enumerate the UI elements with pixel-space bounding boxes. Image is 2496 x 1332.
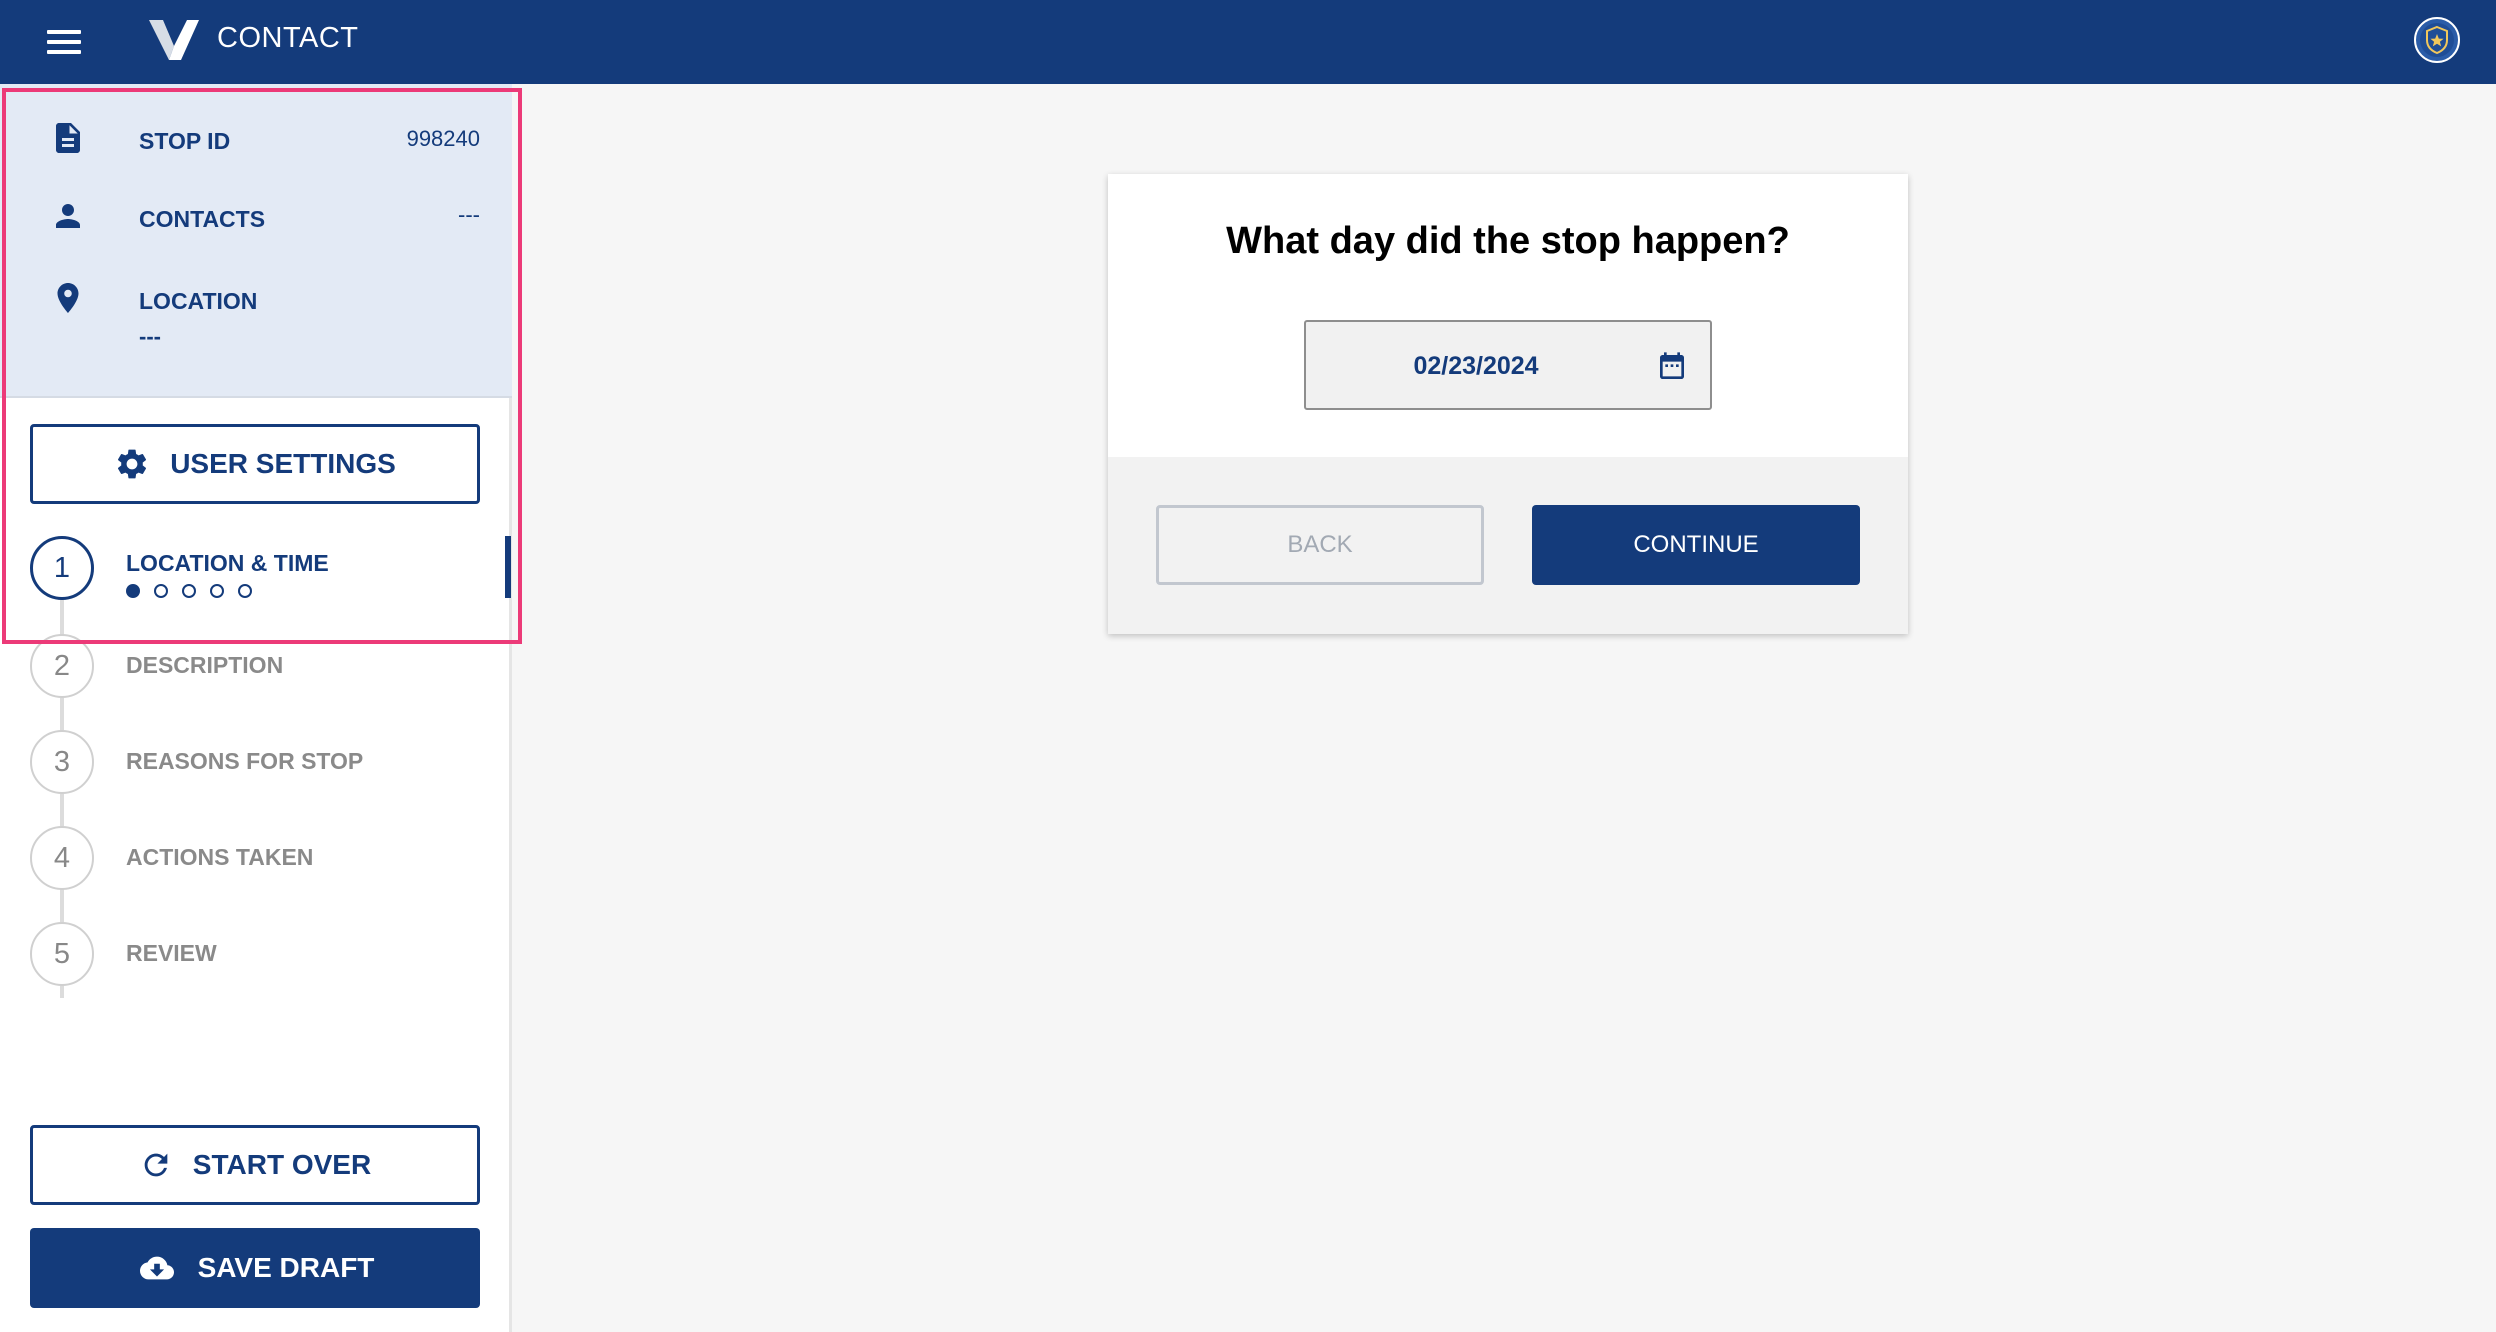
step-number: 3 — [30, 730, 94, 794]
question-heading: What day did the stop happen? — [1226, 220, 1790, 262]
save-draft-button[interactable]: SAVE DRAFT — [30, 1228, 480, 1308]
start-over-button[interactable]: START OVER — [30, 1125, 480, 1205]
menu-icon[interactable] — [47, 26, 81, 58]
date-input[interactable]: 02/23/2024 — [1304, 320, 1712, 410]
substep-dot — [154, 584, 168, 598]
step-reasons-for-stop[interactable]: 3 REASONS FOR STOP — [30, 730, 470, 794]
contacts-label: CONTACTS — [139, 206, 266, 232]
person-icon — [56, 204, 80, 228]
substep-dots — [126, 584, 252, 598]
contacts-value: --- — [458, 202, 480, 227]
calendar-icon[interactable] — [1656, 350, 1688, 384]
app-title: CONTACT — [217, 22, 359, 54]
user-settings-label: USER SETTINGS — [170, 448, 396, 479]
substep-dot — [238, 584, 252, 598]
step-label: LOCATION & TIME — [126, 550, 329, 576]
step-label: ACTIONS TAKEN — [126, 844, 314, 870]
step-label: DESCRIPTION — [126, 652, 284, 678]
location-label: LOCATION — [139, 288, 258, 314]
step-number: 5 — [30, 922, 94, 986]
stop-id-label: STOP ID — [139, 128, 231, 154]
step-actions-taken[interactable]: 4 ACTIONS TAKEN — [30, 826, 470, 890]
location-pin-icon — [57, 283, 79, 313]
step-number: 1 — [30, 536, 94, 600]
location-value: --- — [139, 324, 161, 349]
stop-id-value: 998240 — [406, 126, 480, 151]
document-icon — [56, 123, 80, 153]
date-question-card: What day did the stop happen? 02/23/2024… — [1108, 174, 1908, 634]
start-over-label: START OVER — [192, 1149, 372, 1180]
substep-dot — [210, 584, 224, 598]
step-number: 2 — [30, 634, 94, 698]
refresh-icon — [144, 1153, 168, 1177]
back-button[interactable]: BACK — [1156, 505, 1484, 585]
card-footer: BACK CONTINUE — [1108, 457, 1908, 634]
active-step-indicator — [505, 536, 511, 598]
user-settings-button[interactable]: USER SETTINGS — [30, 424, 480, 504]
save-draft-label: SAVE DRAFT — [197, 1252, 375, 1283]
continue-button[interactable]: CONTINUE — [1532, 505, 1860, 585]
step-location-time[interactable]: 1 LOCATION & TIME — [30, 536, 470, 600]
gear-icon — [118, 449, 147, 479]
avatar-badge-icon[interactable] — [2413, 16, 2461, 64]
cloud-download-icon — [139, 1256, 174, 1280]
stop-summary-panel: STOP ID 998240 CONTACTS --- LOCATION --- — [0, 84, 512, 398]
sidebar: STOP ID 998240 CONTACTS --- LOCATION ---… — [0, 84, 512, 1332]
substep-dot — [182, 584, 196, 598]
step-number: 4 — [30, 826, 94, 890]
step-description[interactable]: 2 DESCRIPTION — [30, 634, 470, 698]
substep-dot — [126, 584, 140, 598]
step-label: REASONS FOR STOP — [126, 748, 364, 774]
top-app-bar: CONTACT — [0, 0, 2496, 84]
date-value: 02/23/2024 — [1413, 352, 1539, 380]
step-review[interactable]: 5 REVIEW — [30, 922, 470, 986]
app-logo — [149, 20, 199, 60]
step-label: REVIEW — [126, 940, 217, 966]
